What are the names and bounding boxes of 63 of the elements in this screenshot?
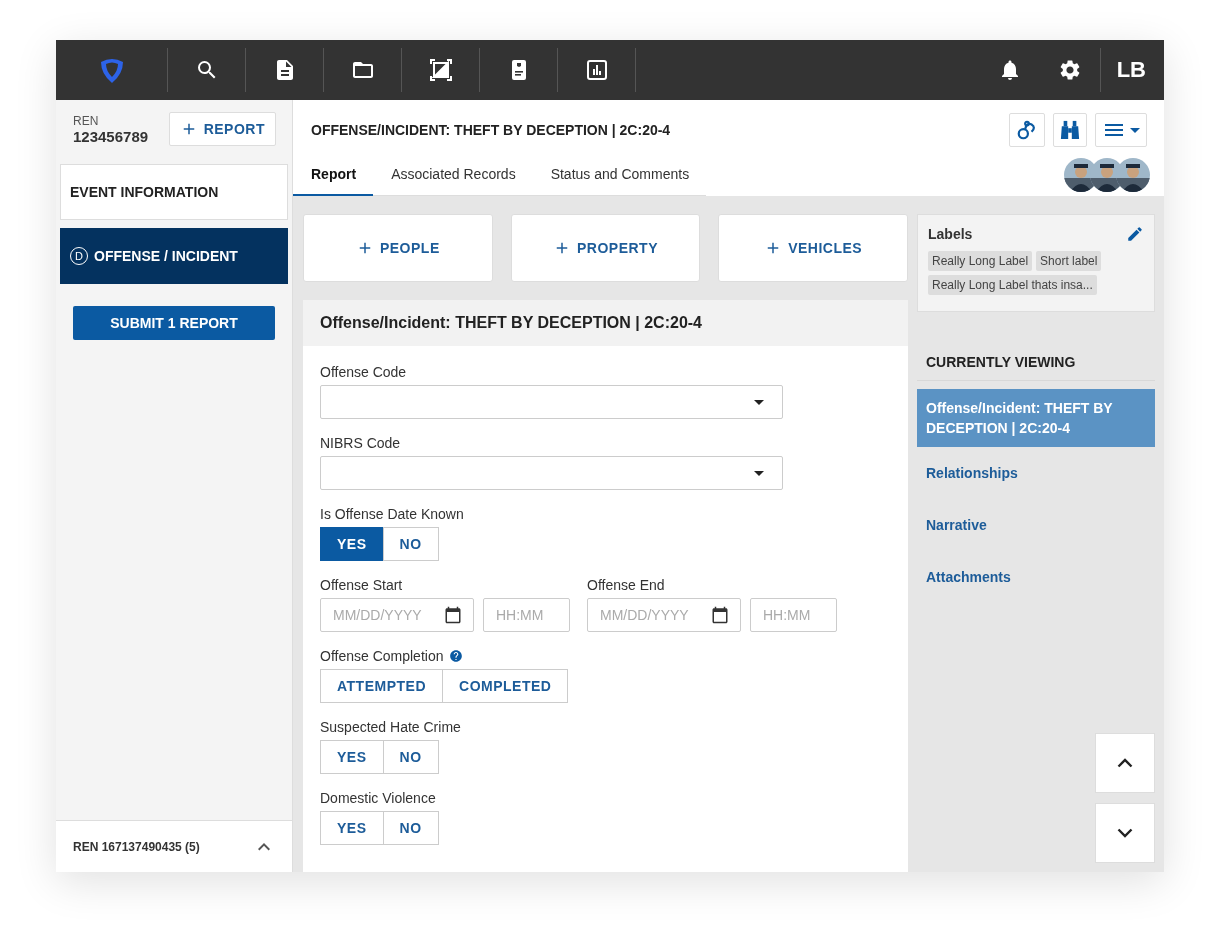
calendar-icon[interactable]	[444, 606, 462, 624]
handcuffs-button[interactable]	[1009, 113, 1045, 147]
add-button[interactable]: PROPERTY	[510, 214, 701, 282]
user-initials[interactable]: LB	[1099, 48, 1164, 92]
sidebar-item[interactable]: EVENT INFORMATION	[60, 164, 288, 220]
chevron-up-icon	[1117, 758, 1133, 768]
field-label: Is Offense Date Known	[320, 506, 464, 522]
section-link[interactable]: Relationships	[917, 447, 1155, 499]
section-link[interactable]: Attachments	[917, 551, 1155, 603]
binoculars-icon	[1060, 119, 1080, 141]
toggle-option[interactable]: YES	[320, 811, 384, 845]
date-field[interactable]: MM/DD/YYYY	[587, 598, 741, 632]
field-label: Offense Start	[320, 577, 404, 593]
sidebar-item[interactable]: D OFFENSE / INCIDENT	[60, 228, 288, 284]
section-link[interactable]: Narrative	[917, 499, 1155, 551]
pencil-icon[interactable]	[1126, 225, 1144, 243]
help-icon[interactable]	[449, 649, 464, 663]
field-label: Offense Code	[320, 364, 408, 380]
label-tag: Really Long Label thats insa...	[928, 275, 1097, 295]
caret-icon	[754, 470, 764, 476]
tab[interactable]: Report	[293, 154, 374, 196]
toggle-option[interactable]: COMPLETED	[442, 669, 569, 703]
ren-number: 123456789	[73, 127, 149, 145]
form-title: Offense/Incident: THEFT BY DECEPTION | 2C:20-4	[303, 300, 908, 346]
chevron-down-icon	[1117, 828, 1133, 838]
dropdown-field[interactable]	[320, 385, 783, 419]
field-label: Suspected Hate Crime	[320, 719, 461, 735]
caret-icon	[754, 399, 764, 405]
field-label: NIBRS Code	[320, 435, 402, 451]
sidebar-footer[interactable]: REN 167137490435 (5)	[56, 820, 292, 872]
time-field[interactable]: HH:MM	[483, 598, 570, 632]
field-label: Offense End	[587, 577, 666, 593]
caret-icon	[1130, 127, 1140, 133]
dropdown-field[interactable]	[320, 456, 783, 490]
tab[interactable]: Associated Records	[373, 154, 533, 196]
add-report-button[interactable]: REPORT	[168, 112, 276, 146]
field-label: Domestic Violence	[320, 790, 436, 806]
toggle-option[interactable]: NO	[382, 811, 439, 845]
toggle-option[interactable]: YES	[320, 527, 384, 561]
calendar-icon[interactable]	[711, 606, 729, 624]
time-field[interactable]: HH:MM	[750, 598, 837, 632]
ren-label: REN	[73, 113, 100, 128]
section-heading: CURRENTLY VIEWING	[917, 354, 1155, 381]
menu-button[interactable]	[1095, 113, 1147, 147]
labels-title: Labels	[928, 226, 973, 242]
toggle-option[interactable]: NO	[382, 527, 439, 561]
report-title: OFFENSE/INCIDENT: THEFT BY DECEPTION | 2C:20-4	[311, 122, 671, 138]
binoculars-button[interactable]	[1053, 113, 1087, 147]
toggle-option[interactable]: NO	[382, 740, 439, 774]
handcuffs-icon	[1016, 119, 1038, 141]
add-button[interactable]: VEHICLES	[718, 214, 908, 282]
label-tag: Really Long Label	[928, 251, 1033, 271]
chart-icon[interactable]	[584, 58, 609, 82]
add-button[interactable]: PEOPLE	[303, 214, 493, 282]
tab[interactable]: Status and Comments	[532, 154, 707, 196]
footer-text: REN 167137490435 (5)	[73, 839, 200, 854]
toggle-option[interactable]: YES	[320, 740, 384, 774]
toggle-option[interactable]: ATTEMPTED	[320, 669, 443, 703]
frame-icon[interactable]	[428, 58, 453, 82]
field-label: Offense Completion	[320, 648, 444, 664]
submit-button[interactable]: SUBMIT 1 REPORT	[73, 306, 275, 340]
date-field[interactable]: MM/DD/YYYY	[320, 598, 474, 632]
label-tag: Short label	[1036, 251, 1102, 271]
